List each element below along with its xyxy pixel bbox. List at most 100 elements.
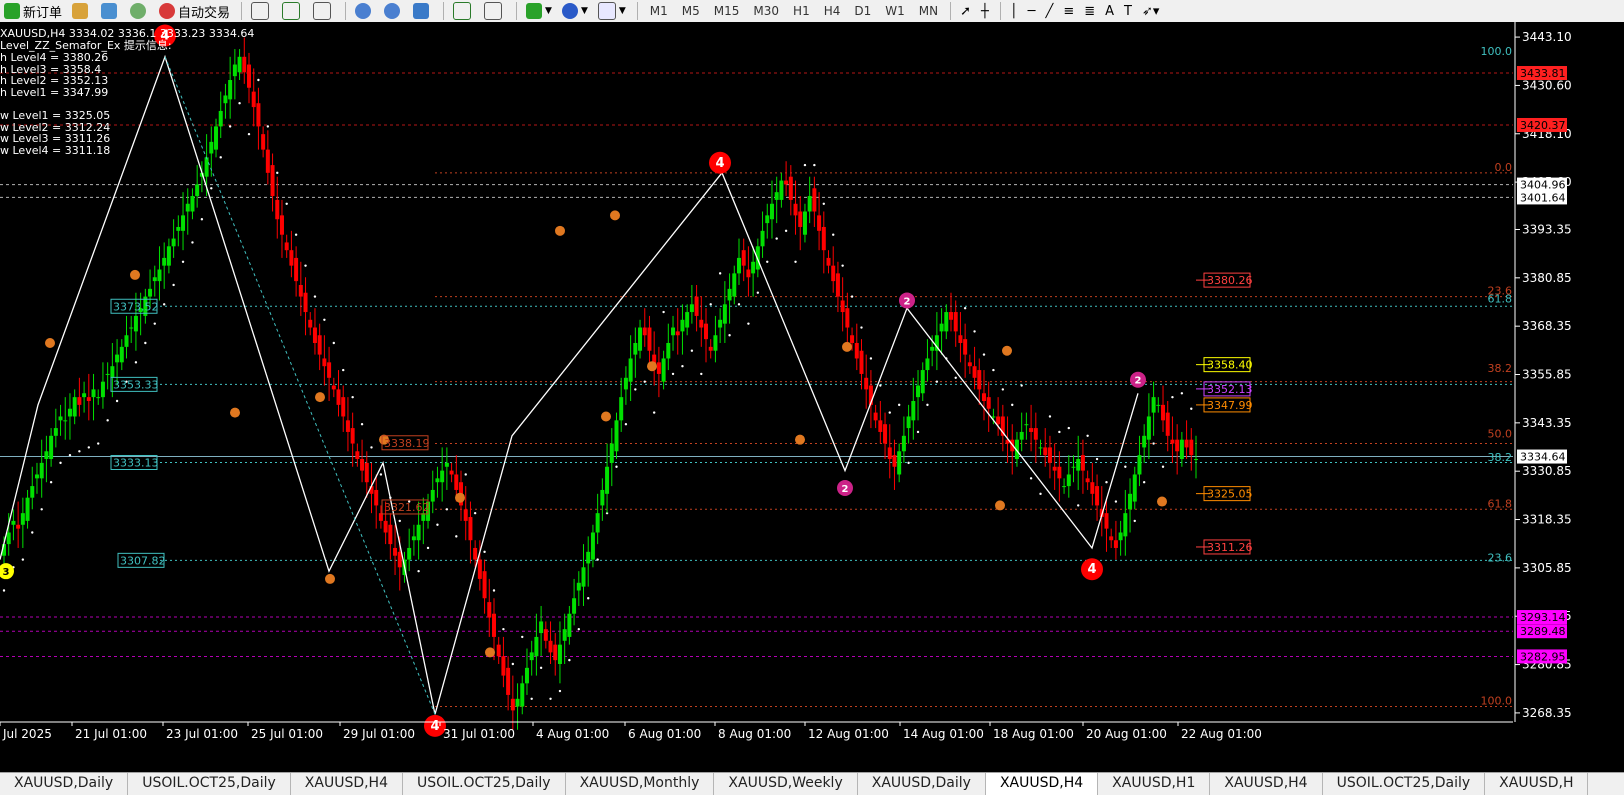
label-button[interactable]: T xyxy=(1120,1,1136,21)
candle-body xyxy=(671,327,676,336)
chart-tab[interactable]: USOIL.OCT25,Daily xyxy=(1323,773,1486,795)
chevron-down-icon: ▼ xyxy=(618,6,626,16)
candle-body xyxy=(331,385,336,390)
candle-body xyxy=(850,335,855,343)
crosshair-button[interactable]: ┼ xyxy=(977,1,993,21)
timeframe-w1[interactable]: W1 xyxy=(878,4,912,18)
sar-dot xyxy=(803,163,807,167)
cursor-button[interactable]: ➚ xyxy=(956,1,975,21)
candle-body xyxy=(859,350,864,374)
templates-button[interactable]: ▼ xyxy=(594,1,630,21)
auto-trade-button[interactable]: 自动交易 xyxy=(155,1,234,21)
timeframe-m5[interactable]: M5 xyxy=(675,4,707,18)
chart-tab[interactable]: USOIL.OCT25,Daily xyxy=(403,773,566,795)
candle-body xyxy=(1085,478,1090,483)
timeframe-h4[interactable]: H4 xyxy=(817,4,848,18)
price-tick-label: 3305.85 xyxy=(1522,561,1572,575)
channel-button[interactable]: ≡ xyxy=(1059,1,1078,21)
line-chart-button[interactable] xyxy=(309,1,338,21)
market-button[interactable] xyxy=(126,1,153,21)
indicators-button[interactable]: ▼ xyxy=(522,1,556,21)
candle-body xyxy=(802,211,807,235)
candle-body xyxy=(543,629,548,641)
candle-body xyxy=(1165,412,1170,436)
price-chart[interactable]: 44443222 3380.263358.403352.133347.99332… xyxy=(0,22,1624,772)
trendline-button[interactable]: ╱ xyxy=(1042,1,1058,21)
chart-tab[interactable]: XAUUSD,Daily xyxy=(0,773,129,795)
candle-body xyxy=(619,397,624,421)
candle-body xyxy=(185,203,190,212)
history-button[interactable] xyxy=(68,1,95,21)
text-button[interactable]: A xyxy=(1101,1,1118,21)
candle-body xyxy=(883,424,888,444)
zoom-in-button[interactable] xyxy=(351,1,378,21)
bar-chart-button[interactable] xyxy=(247,1,276,21)
fib-percent-label: 100.0 xyxy=(1481,695,1513,708)
zoom-out-button[interactable] xyxy=(380,1,407,21)
horizontal-line-button[interactable]: ─ xyxy=(1024,1,1040,21)
timeframe-h1[interactable]: H1 xyxy=(786,4,817,18)
fibonacci-button[interactable]: ≣ xyxy=(1080,1,1099,21)
candle-body xyxy=(515,698,520,707)
candle-body xyxy=(303,292,308,313)
candle-body xyxy=(1080,455,1085,471)
autoscroll-button[interactable] xyxy=(449,1,478,21)
candle-body xyxy=(1123,513,1128,537)
auto-trading-icon xyxy=(159,3,176,19)
chart-tab[interactable]: XAUUSD,H4 xyxy=(985,773,1099,795)
arrows-button[interactable]: ➶▾ xyxy=(1138,1,1163,21)
candle-body xyxy=(1179,439,1184,460)
timeframe-m15[interactable]: M15 xyxy=(707,4,747,18)
candle-body xyxy=(916,385,921,398)
candle-body xyxy=(237,56,242,73)
candle-body xyxy=(567,613,572,637)
candle-body xyxy=(628,358,633,382)
candle-body xyxy=(223,95,228,104)
price-tick-label: 3330.85 xyxy=(1522,464,1572,478)
chart-shift-button[interactable] xyxy=(480,1,509,21)
chart-tab[interactable]: XAUUSD,H4 xyxy=(291,773,403,795)
time-tick-label: 22 Aug 01:00 xyxy=(1181,727,1262,741)
chart-tab[interactable]: XAUUSD,H1 xyxy=(1098,773,1211,795)
candle-body xyxy=(506,667,511,695)
sar-dot xyxy=(97,442,100,445)
fib-level-text: 3373.52 xyxy=(113,300,159,313)
chart-tab[interactable]: USOIL.OCT25,Daily xyxy=(128,773,291,795)
candle-body xyxy=(633,342,638,355)
candle-body xyxy=(82,393,87,398)
timeframe-d1[interactable]: D1 xyxy=(847,4,878,18)
candle-body xyxy=(336,389,341,405)
sar-dot xyxy=(1048,415,1052,418)
timeframe-mn[interactable]: MN xyxy=(912,4,945,18)
sar-dot xyxy=(775,237,778,240)
chart-tab[interactable]: XAUUSD,Daily xyxy=(858,773,986,795)
price-tick-label: 3393.35 xyxy=(1522,222,1572,236)
chart-tab[interactable]: XAUUSD,Weekly xyxy=(714,773,858,795)
chart-tab[interactable]: XAUUSD,H4 xyxy=(1210,773,1323,795)
tile-windows-button[interactable] xyxy=(409,1,436,21)
sar-dot xyxy=(370,446,373,449)
timeframe-m1[interactable]: M1 xyxy=(643,4,675,18)
timeframe-m30[interactable]: M30 xyxy=(746,4,786,18)
signals-button[interactable] xyxy=(97,1,124,21)
sar-dot xyxy=(247,132,251,136)
candle-chart-button[interactable] xyxy=(278,1,307,21)
vertical-line-button[interactable]: │ xyxy=(1006,1,1022,21)
chart-tab[interactable]: XAUUSD,Monthly xyxy=(566,773,715,795)
candle-body xyxy=(228,80,233,100)
price-badge-label: 3433.81 xyxy=(1520,67,1566,80)
candle-body xyxy=(1156,404,1161,406)
indicator-level-line: w Level4 = 3311.18 xyxy=(0,144,110,157)
candle-body xyxy=(520,683,525,707)
candle-body xyxy=(53,428,58,436)
candle-body xyxy=(67,408,72,417)
chart-tabs: XAUUSD,Daily USOIL.OCT25,Daily XAUUSD,H4 US… xyxy=(0,772,1624,795)
sar-dot xyxy=(747,322,750,325)
chevron-down-icon: ▼ xyxy=(580,6,588,16)
candle-body xyxy=(501,656,506,676)
new-order-button[interactable]: 新订单 xyxy=(0,1,66,21)
sar-dot xyxy=(87,446,91,449)
chart-tab[interactable]: XAUUSD,H xyxy=(1485,773,1589,795)
periods-button[interactable]: ▼ xyxy=(558,1,592,21)
candle-body xyxy=(44,451,49,460)
